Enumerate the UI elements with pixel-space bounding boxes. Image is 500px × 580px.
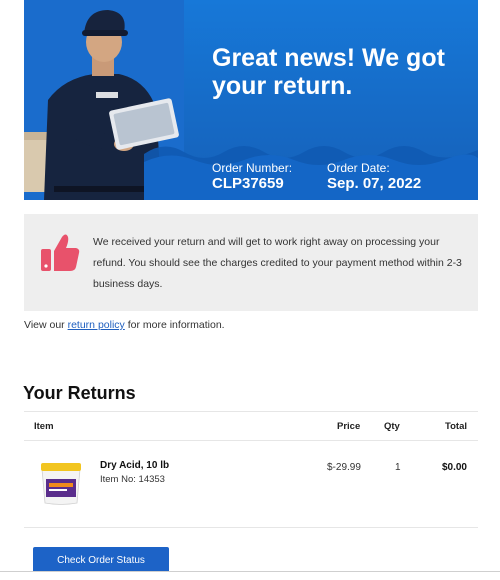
column-total: Total bbox=[445, 421, 467, 432]
product-price: $-29.99 bbox=[327, 462, 361, 473]
order-number-label: Order Number: bbox=[212, 161, 293, 175]
column-qty: Qty bbox=[384, 421, 400, 432]
column-item: Item bbox=[34, 421, 54, 432]
order-number-value: CLP37659 bbox=[212, 175, 284, 192]
table-row: Dry Acid, 10 lb Item No: 14353 $-29.99 1… bbox=[24, 440, 478, 528]
return-received-message: We received your return and will get to … bbox=[24, 214, 478, 311]
hero-title: Great news! We got your return. bbox=[212, 44, 445, 100]
product-total: $0.00 bbox=[441, 462, 467, 473]
thumbs-up-icon bbox=[41, 234, 80, 271]
returns-table-header: Item Price Qty Total bbox=[24, 411, 478, 441]
order-number-block: Order Number: CLP37659 bbox=[212, 161, 292, 193]
product-qty: 1 bbox=[395, 462, 401, 473]
return-policy-link[interactable]: return policy bbox=[68, 319, 125, 331]
hero-banner: Great news! We got your return. Order Nu… bbox=[24, 0, 478, 200]
check-order-status-button[interactable]: Check Order Status bbox=[33, 547, 169, 574]
your-returns-heading: Your Returns bbox=[23, 383, 136, 403]
policy-prefix: View our bbox=[24, 319, 68, 331]
email-page: Great news! We got your return. Order Nu… bbox=[0, 0, 500, 580]
order-date-value: Sep. 07, 2022 bbox=[327, 175, 422, 192]
product-item-number: Item No: 14353 bbox=[100, 474, 165, 485]
message-text: We received your return and will get to … bbox=[93, 236, 462, 290]
order-date-block: Order Date: Sep. 07, 2022 bbox=[327, 161, 421, 193]
policy-suffix: for more information. bbox=[124, 319, 225, 331]
product-bucket-image bbox=[41, 463, 81, 505]
return-policy-line: View our return policy for more informat… bbox=[24, 319, 225, 331]
product-name: Dry Acid, 10 lb bbox=[100, 460, 170, 471]
column-price: Price bbox=[337, 421, 361, 432]
order-date-label: Order Date: bbox=[327, 161, 390, 175]
wave-graphic bbox=[144, 146, 478, 200]
